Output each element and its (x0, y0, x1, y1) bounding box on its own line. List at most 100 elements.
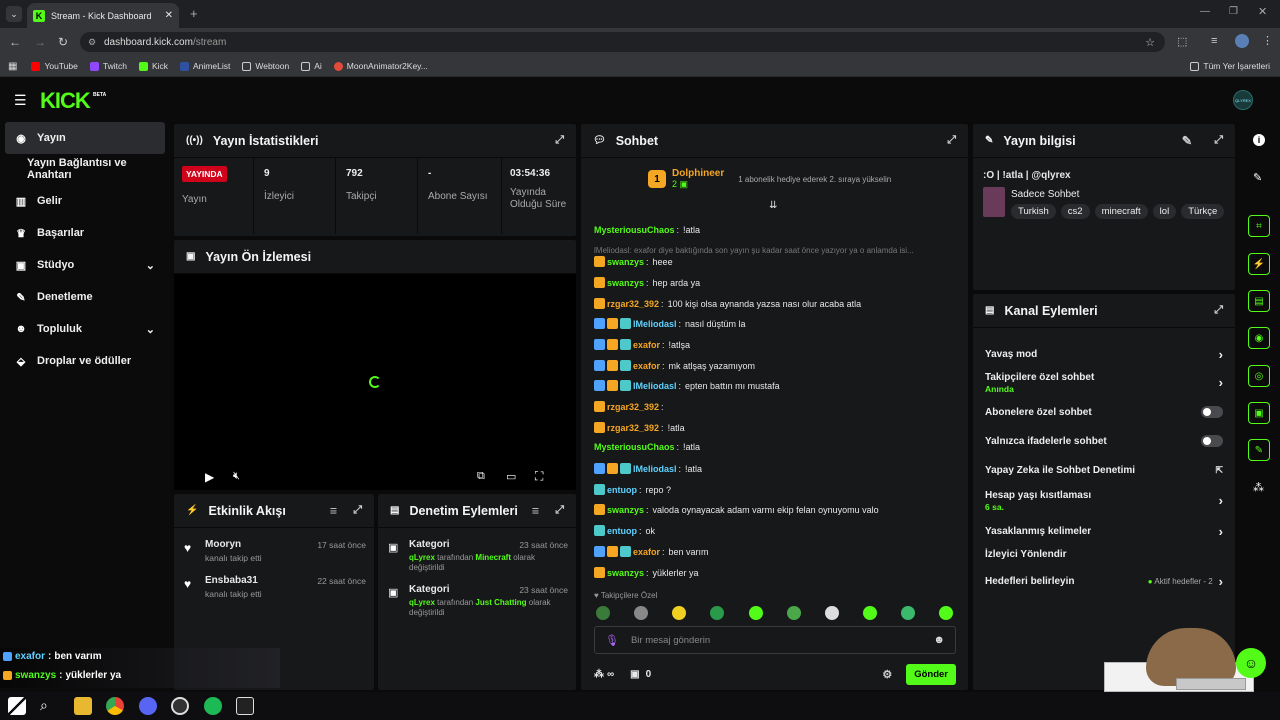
emote-9[interactable] (901, 606, 915, 620)
chat-username[interactable]: lMeliodasl (633, 319, 677, 329)
chat-scroll-down-icon[interactable]: ⇊ (769, 200, 777, 211)
filter-icon[interactable]: ≡ (532, 504, 539, 518)
edit-pencil-icon[interactable]: ✎ (1182, 133, 1192, 148)
media-icon[interactable]: ≡ (1211, 35, 1217, 47)
apps-grid-icon[interactable]: ▦ (8, 61, 17, 72)
rail-activity-button[interactable]: ⚡ (1248, 253, 1270, 275)
popout-icon[interactable]: ⤢ (947, 134, 956, 147)
subs-only-toggle[interactable] (1201, 406, 1223, 418)
emote-6[interactable] (787, 606, 801, 620)
epic-games-icon[interactable] (236, 697, 254, 715)
spotify-icon[interactable] (204, 697, 222, 715)
play-icon[interactable]: ▶ (205, 470, 214, 484)
extensions-icon[interactable]: ⬚ (1177, 35, 1187, 48)
emote-7[interactable] (825, 606, 839, 620)
emote-8[interactable] (863, 606, 877, 620)
microphone-icon[interactable]: 🎙︎ (605, 634, 619, 647)
tag[interactable]: lol (1152, 204, 1177, 219)
back-icon[interactable]: ← (9, 35, 21, 49)
rail-tools-button[interactable]: ✎ (1248, 439, 1270, 461)
new-tab-icon[interactable]: + (190, 6, 198, 21)
chat-input[interactable]: 🎙︎ Bir mesaj gönderin ☻ (594, 626, 956, 654)
all-bookmarks[interactable]: Tüm Yer İşaretleri (1190, 61, 1270, 71)
rail-chat-button[interactable]: ◉ (1248, 327, 1270, 349)
bookmark-youtube[interactable]: YouTube (31, 61, 78, 71)
video-player[interactable]: ▶ 🔇︎ ⧉ ▭ ⛶ (174, 274, 576, 490)
chat-username[interactable]: swanzys (607, 257, 644, 267)
sidebar-item-drops[interactable]: ⬙ Droplar ve ödüller (5, 345, 165, 377)
tag[interactable]: Turkish (1011, 204, 1056, 219)
sidebar-item-moderation[interactable]: ✎ Denetleme (5, 281, 165, 313)
url-bar[interactable]: ⚙ dashboard.kick.com/stream ☆ (80, 32, 1165, 52)
edit-layout-icon[interactable]: ✎ (1253, 171, 1262, 184)
fullscreen-icon[interactable]: ⛶ (535, 469, 543, 484)
chat-username[interactable]: rzgar32_392 (607, 299, 659, 309)
obs-icon[interactable] (171, 697, 189, 715)
chat-username[interactable]: rzgar32_392 (607, 423, 659, 433)
forward-icon[interactable]: → (34, 35, 46, 49)
emote-4[interactable] (710, 606, 724, 620)
sidebar-item-achievements[interactable]: ♛ Başarılar (5, 217, 165, 249)
user-avatar[interactable]: QLYREX (1233, 90, 1253, 110)
chat-username[interactable]: exafor (633, 547, 660, 557)
chat-username[interactable]: MysteriousuChaos (594, 442, 675, 452)
browser-tab[interactable]: K Stream - Kick Dashboard ✕ (27, 3, 179, 28)
emote-3[interactable] (672, 606, 686, 620)
gift-icon[interactable]: ▣ (630, 669, 639, 680)
settings-gear-icon[interactable]: ⚙ (882, 668, 892, 681)
bookmark-twitch[interactable]: Twitch (89, 61, 127, 71)
chat-username[interactable]: swanzys (607, 278, 644, 288)
bookmark-star-icon[interactable]: ☆ (1145, 36, 1155, 49)
restore-icon[interactable]: ❐ (1229, 6, 1238, 17)
send-button[interactable]: Gönder (906, 663, 956, 685)
sidebar-item-stream-key[interactable]: Yayın Bağlantısı ve Anahtarı (5, 153, 165, 185)
emote-10[interactable] (939, 606, 953, 620)
tab-search-button[interactable]: ⌄ (6, 6, 22, 22)
tag[interactable]: Türkçe (1181, 204, 1225, 219)
profile-avatar[interactable] (1235, 34, 1249, 48)
popout-icon[interactable]: ⤢ (555, 504, 564, 517)
minimize-icon[interactable]: — (1200, 6, 1210, 17)
mute-icon[interactable]: 🔇︎ (233, 470, 240, 483)
file-explorer-icon[interactable] (74, 697, 92, 715)
kick-logo[interactable]: KICK (40, 88, 91, 114)
info-icon[interactable]: i (1253, 134, 1265, 146)
bookmark-kick[interactable]: Kick (138, 61, 168, 71)
emote-1[interactable] (596, 606, 610, 620)
chat-username[interactable]: swanzys (607, 505, 644, 515)
rail-stats-button[interactable]: ⌗ (1248, 215, 1270, 237)
windows-start-icon[interactable] (8, 697, 26, 715)
sidebar-item-stream[interactable]: ◉ Yayın (5, 122, 165, 154)
chat-username[interactable]: exafor (633, 361, 660, 371)
close-window-icon[interactable]: ✕ (1258, 5, 1267, 18)
banned-words-row[interactable]: Yasaklanmış kelimeler › (985, 524, 1223, 539)
points-icon[interactable]: ⁂ (594, 669, 604, 680)
chat-username[interactable]: rzgar32_392 (607, 402, 659, 412)
filter-icon[interactable]: ≡ (330, 504, 337, 518)
bookmark-ai[interactable]: Ai (301, 61, 322, 71)
chrome-icon[interactable] (106, 697, 124, 715)
bookmark-animelist[interactable]: AnimeList (180, 61, 230, 71)
tag[interactable]: cs2 (1060, 204, 1090, 219)
close-tab-icon[interactable]: ✕ (165, 10, 173, 21)
redirect-viewers-row[interactable]: İzleyici Yönlendir (985, 549, 1223, 560)
popout-icon[interactable]: ⤢ (1214, 304, 1223, 317)
ai-moderation-row[interactable]: Yapay Zeka ile Sohbet Denetimi ⇱ (985, 465, 1223, 476)
tag[interactable]: minecraft (1094, 204, 1148, 219)
discord-icon[interactable] (139, 697, 157, 715)
account-age-row[interactable]: Hesap yaşı kısıtlaması 6 sa. › (985, 490, 1223, 512)
chat-username[interactable]: lMeliodasl (633, 464, 677, 474)
chat-username[interactable]: entuop (607, 485, 637, 495)
chat-username[interactable]: entuop (607, 526, 637, 536)
sidebar-item-community[interactable]: ☻ Topluluk ⌄ (5, 313, 165, 345)
support-chat-button[interactable]: ☺ (1236, 648, 1266, 678)
emotes-only-toggle[interactable] (1201, 435, 1223, 447)
emoji-icon[interactable]: ☻ (933, 634, 945, 646)
rail-more-icon[interactable]: ⁂ (1253, 481, 1264, 494)
chat-username[interactable]: lMeliodasl (633, 381, 677, 391)
theater-icon[interactable]: ▭ (506, 470, 516, 483)
sidebar-item-revenue[interactable]: ▥ Gelir (5, 185, 165, 217)
rail-broadcast-button[interactable]: ◎ (1248, 365, 1270, 387)
slow-mode-row[interactable]: Yavaş mod › (985, 347, 1223, 362)
bookmark-webtoon[interactable]: Webtoon (242, 61, 289, 71)
